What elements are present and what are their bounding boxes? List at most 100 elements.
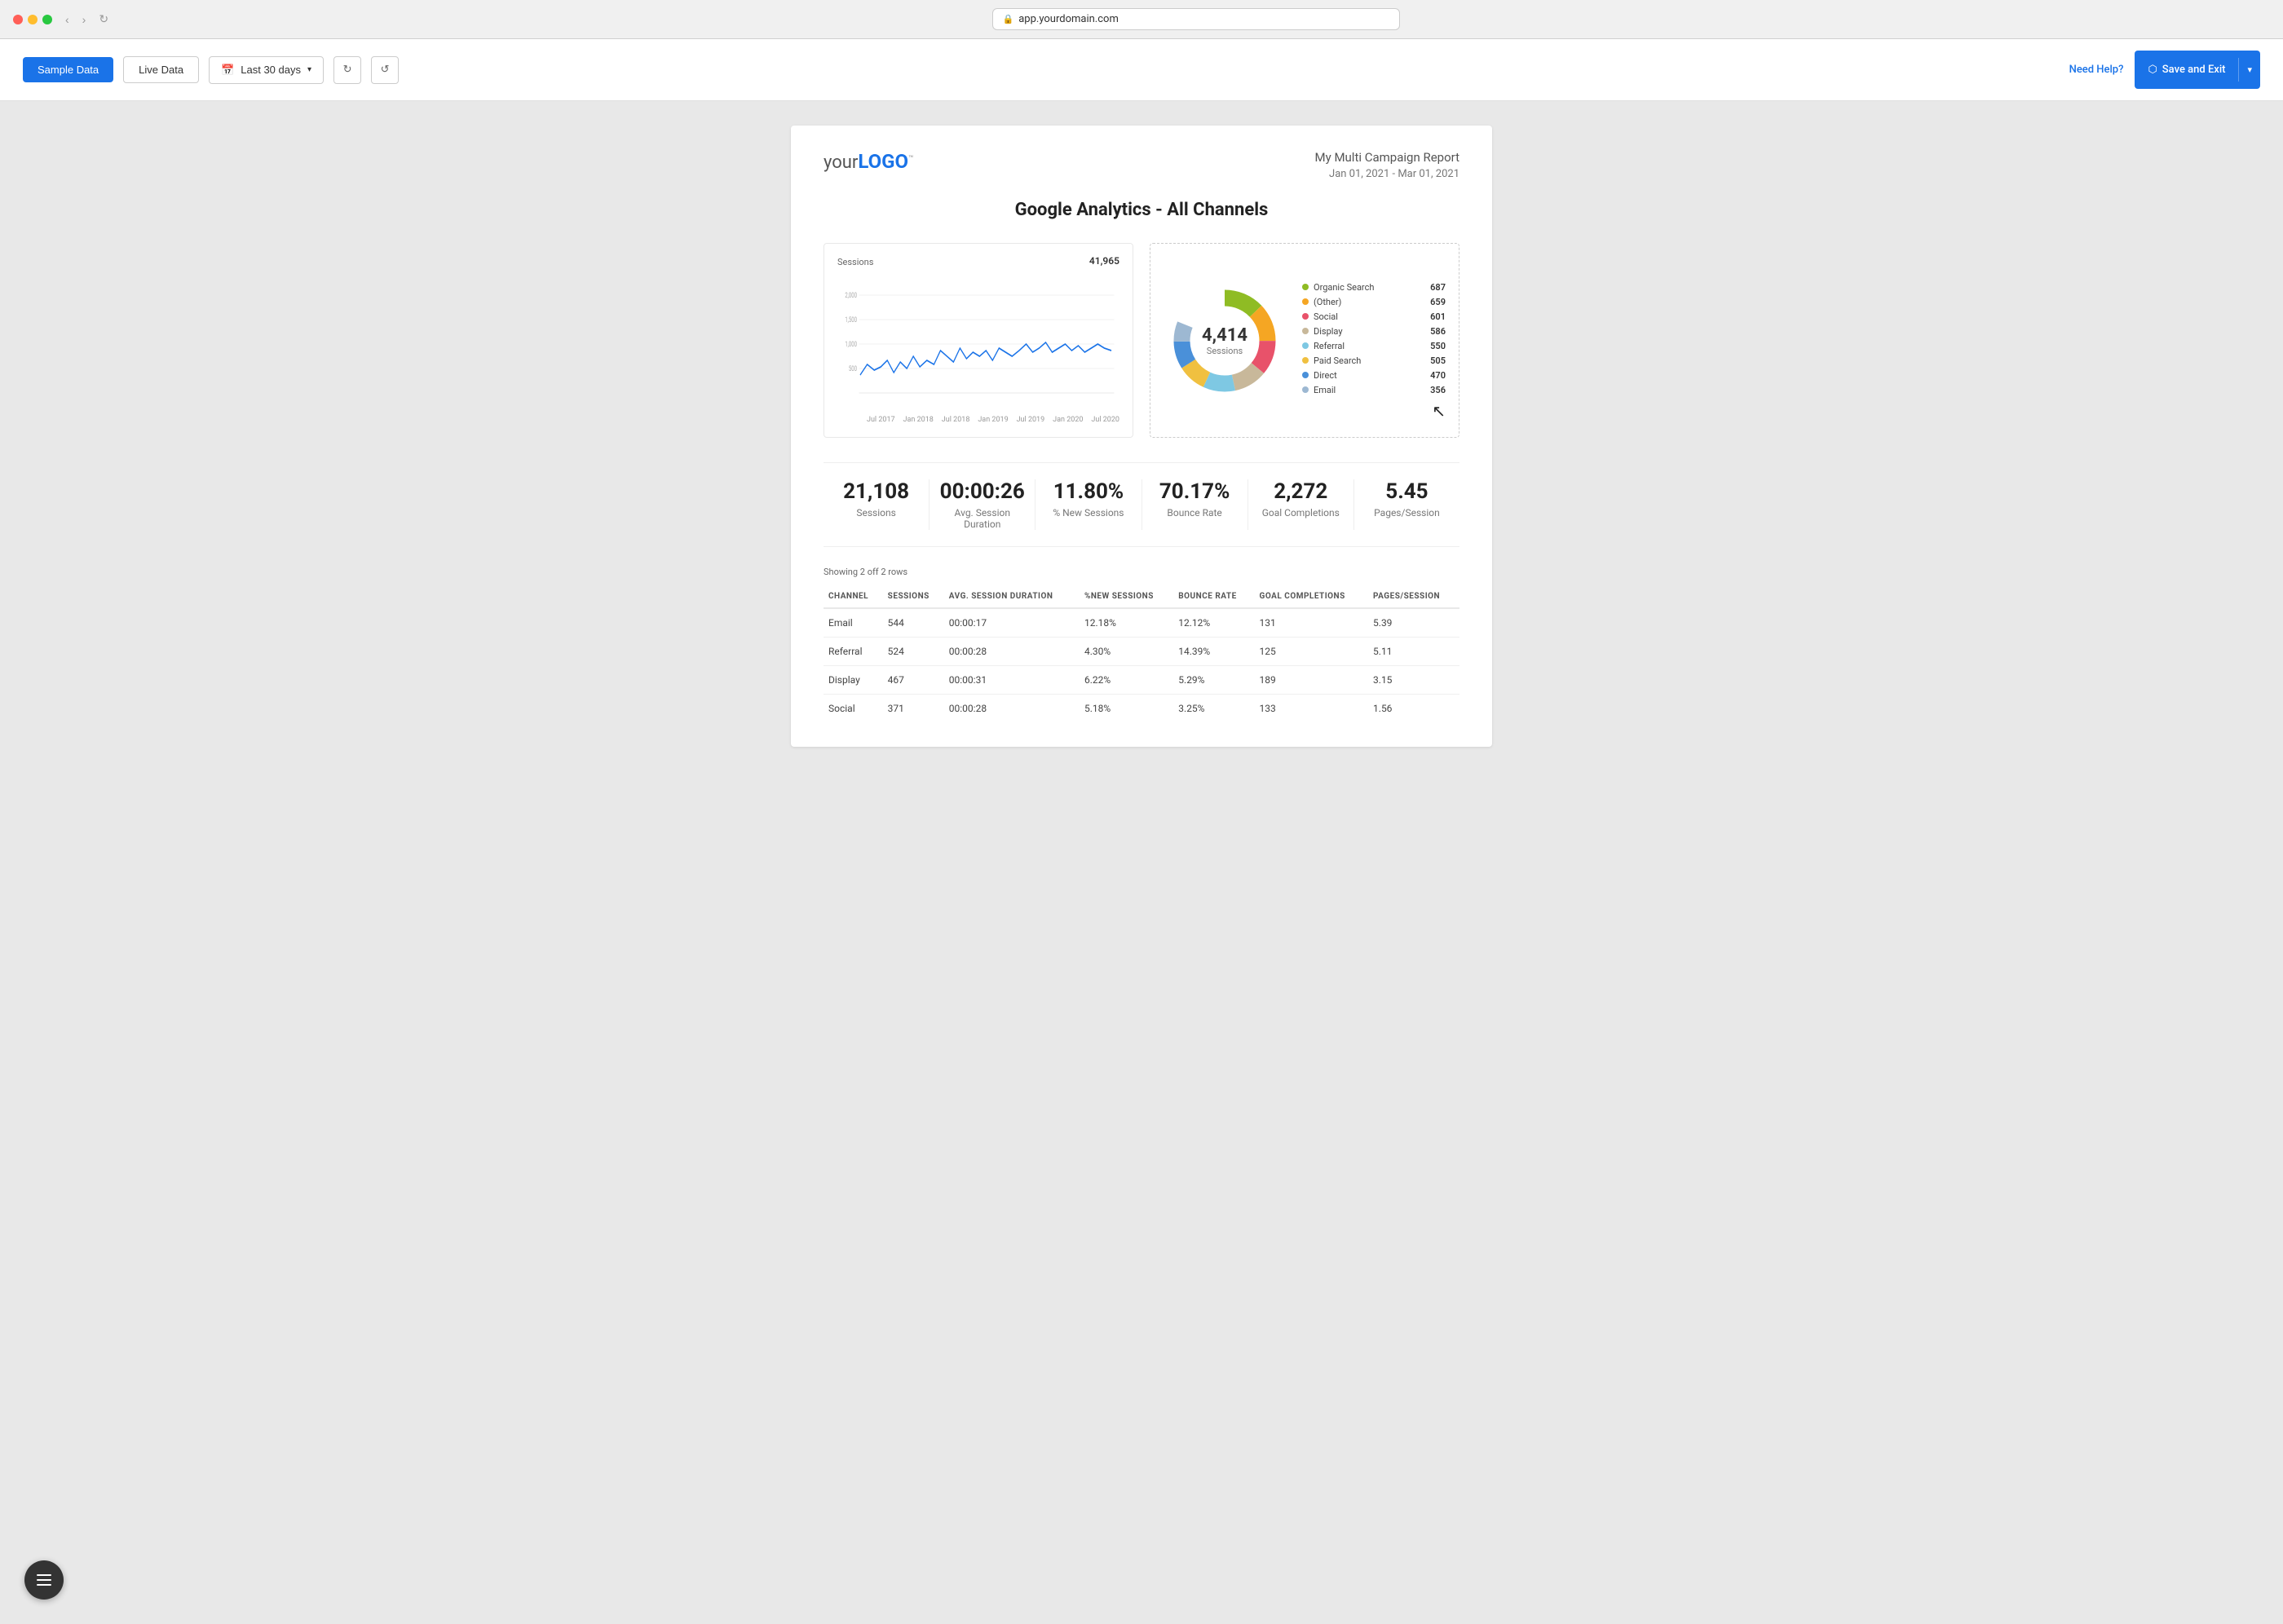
- address-bar[interactable]: 🔒 app.yourdomain.com: [992, 8, 1400, 30]
- report-title-area: My Multi Campaign Report Jan 01, 2021 - …: [1315, 150, 1459, 180]
- legend-item: Referral 550: [1302, 341, 1446, 351]
- legend-value: 505: [1430, 355, 1446, 366]
- x-label-3: Jul 2018: [942, 416, 970, 424]
- table-cell: 00:00:17: [944, 608, 1080, 638]
- donut-center-text: 4,414 Sessions: [1202, 325, 1247, 356]
- maximize-button[interactable]: [42, 15, 52, 24]
- legend-name: Paid Search: [1314, 355, 1425, 366]
- table-cell: 467: [883, 666, 944, 695]
- legend-name: (Other): [1314, 297, 1425, 307]
- legend-dot: [1302, 357, 1309, 364]
- legend-dot: [1302, 386, 1309, 393]
- table-row: Display46700:00:316.22%5.29%1893.15: [824, 666, 1459, 695]
- stat-label: Bounce Rate: [1150, 507, 1239, 519]
- data-table: ChannelSessionsAvg. Session Duration%New…: [824, 585, 1459, 722]
- table-column-header: Goal Completions: [1255, 585, 1368, 608]
- x-label-6: Jan 2020: [1053, 416, 1083, 424]
- legend-item: Direct 470: [1302, 370, 1446, 381]
- toolbar: Sample Data Live Data 📅 Last 30 days ▾ ↻…: [0, 39, 2283, 101]
- table-cell: 12.12%: [1173, 608, 1254, 638]
- table-cell: 3.15: [1368, 666, 1459, 695]
- line-chart-svg: 2,000 1,500 1,000 500: [837, 279, 1119, 409]
- save-exit-main[interactable]: ⬡ Save and Exit: [2135, 57, 2238, 82]
- calendar-icon: 📅: [221, 64, 234, 77]
- cursor-icon: ↖: [1432, 401, 1446, 421]
- legend-dot: [1302, 328, 1309, 334]
- legend-dot: [1302, 313, 1309, 320]
- save-exit-button[interactable]: ⬡ Save and Exit ▾: [2135, 51, 2260, 89]
- table-cell: 4.30%: [1080, 638, 1173, 666]
- table-cell: Email: [824, 608, 883, 638]
- logo-bold: LOGO: [858, 150, 908, 173]
- need-help-link[interactable]: Need Help?: [2069, 64, 2124, 76]
- refresh-button[interactable]: ↻: [333, 56, 361, 84]
- traffic-lights: [13, 15, 52, 24]
- svg-text:1,000: 1,000: [845, 340, 857, 349]
- chart-y-label: Sessions: [837, 257, 1119, 267]
- nav-buttons: ‹ › ↻: [62, 11, 112, 28]
- table-cell: 14.39%: [1173, 638, 1254, 666]
- table-cell: 1.56: [1368, 695, 1459, 723]
- table-cell: 131: [1255, 608, 1368, 638]
- table-cell: Display: [824, 666, 883, 695]
- reload-button[interactable]: ↻: [95, 11, 112, 28]
- stats-row: 21,108 Sessions 00:00:26 Avg. Session Du…: [824, 462, 1459, 547]
- stat-value: 00:00:26: [938, 479, 1027, 504]
- table-column-header: Sessions: [883, 585, 944, 608]
- table-cell: 5.29%: [1173, 666, 1254, 695]
- report-date: Jan 01, 2021 - Mar 01, 2021: [1315, 168, 1459, 180]
- legend-name: Organic Search: [1314, 282, 1425, 293]
- svg-text:500: 500: [849, 364, 857, 373]
- donut-chart: 4,414 Sessions: [1164, 280, 1286, 402]
- table-cell: 5.39: [1368, 608, 1459, 638]
- section-title: Google Analytics - All Channels: [824, 200, 1459, 220]
- stat-item: 11.80% % New Sessions: [1036, 479, 1142, 530]
- x-axis: Jul 2017 Jan 2018 Jul 2018 Jan 2019 Jul …: [837, 413, 1119, 424]
- legend-value: 659: [1430, 297, 1446, 307]
- table-header: ChannelSessionsAvg. Session Duration%New…: [824, 585, 1459, 608]
- live-data-button[interactable]: Live Data: [123, 56, 199, 83]
- chart-peak-value: 41,965: [1089, 255, 1119, 267]
- report-container: yourLOGO™ My Multi Campaign Report Jan 0…: [791, 126, 1492, 747]
- table-row: Email54400:00:1712.18%12.12%1315.39: [824, 608, 1459, 638]
- hamburger-line-1: [37, 1574, 51, 1576]
- sample-data-button[interactable]: Sample Data: [23, 57, 113, 82]
- close-button[interactable]: [13, 15, 23, 24]
- report-header: yourLOGO™ My Multi Campaign Report Jan 0…: [824, 150, 1459, 180]
- table-row: Referral52400:00:284.30%14.39%1255.11: [824, 638, 1459, 666]
- table-cell: 5.18%: [1080, 695, 1173, 723]
- stat-item: 70.17% Bounce Rate: [1142, 479, 1248, 530]
- undo-button[interactable]: ↺: [371, 56, 399, 84]
- chevron-down-icon: ▾: [307, 65, 311, 74]
- legend-item: Display 586: [1302, 326, 1446, 337]
- forward-button[interactable]: ›: [79, 11, 90, 28]
- stat-item: 2,272 Goal Completions: [1248, 479, 1354, 530]
- legend-value: 356: [1430, 385, 1446, 395]
- logo-tm: ™: [908, 155, 913, 164]
- table-cell: 189: [1255, 666, 1368, 695]
- stat-item: 00:00:26 Avg. Session Duration: [930, 479, 1036, 530]
- logo-text: yourLOGO™: [824, 150, 913, 173]
- showing-text: Showing 2 off 2 rows: [824, 567, 1459, 577]
- legend-name: Social: [1314, 311, 1425, 322]
- minimize-button[interactable]: [28, 15, 38, 24]
- menu-button[interactable]: [24, 1560, 64, 1600]
- date-range-button[interactable]: 📅 Last 30 days ▾: [209, 56, 324, 84]
- back-button[interactable]: ‹: [62, 11, 73, 28]
- line-chart-wrapper: Sessions 41,965 2,000 1,500 1,000 500: [824, 243, 1133, 438]
- legend-dot: [1302, 372, 1309, 378]
- table-cell: Referral: [824, 638, 883, 666]
- save-exit-label: Save and Exit: [2162, 64, 2226, 76]
- table-cell: 00:00:28: [944, 695, 1080, 723]
- undo-icon: ↺: [381, 64, 390, 76]
- svg-text:1,500: 1,500: [845, 316, 857, 324]
- stat-label: Avg. Session Duration: [938, 507, 1027, 530]
- stat-value: 5.45: [1362, 479, 1451, 504]
- legend-name: Direct: [1314, 370, 1425, 381]
- url-text: app.yourdomain.com: [1018, 13, 1119, 25]
- table-column-header: Pages/Session: [1368, 585, 1459, 608]
- table-cell: 12.18%: [1080, 608, 1173, 638]
- report-name: My Multi Campaign Report: [1315, 150, 1459, 165]
- stat-item: 21,108 Sessions: [824, 479, 930, 530]
- save-exit-dropdown[interactable]: ▾: [2238, 58, 2260, 82]
